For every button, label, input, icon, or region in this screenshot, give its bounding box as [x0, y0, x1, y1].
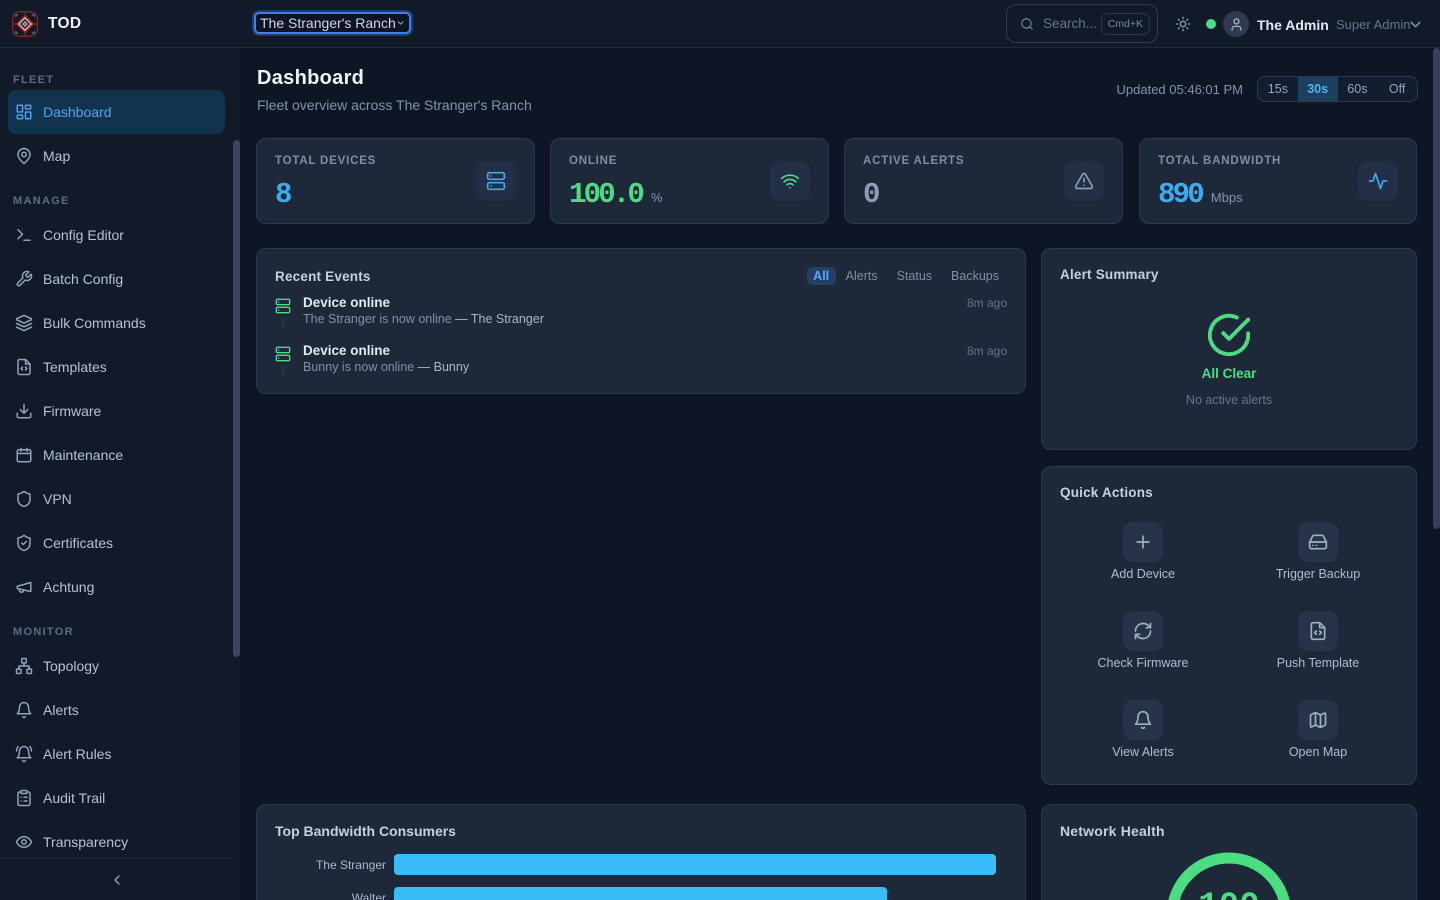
svg-text:100: 100	[1198, 888, 1259, 900]
